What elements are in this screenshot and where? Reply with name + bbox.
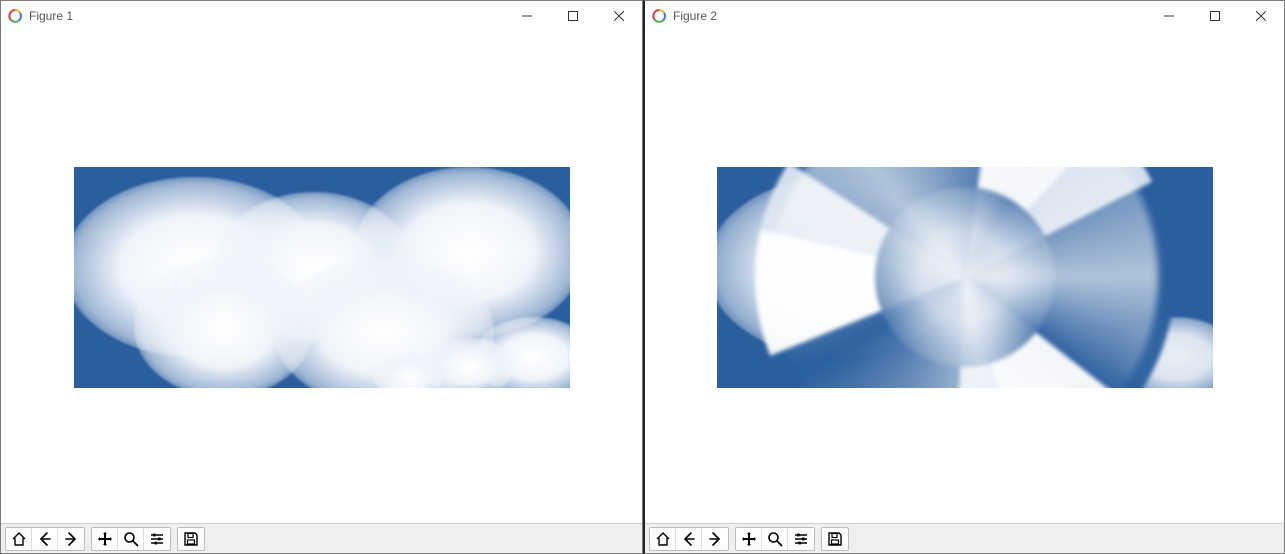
back-button[interactable] (676, 528, 702, 550)
sliders-icon (793, 531, 809, 547)
save-button[interactable] (822, 528, 848, 550)
swirl-highlight (741, 167, 1189, 388)
move-icon (97, 531, 113, 547)
save-icon (183, 531, 199, 547)
maximize-button[interactable] (1192, 1, 1238, 31)
titlebar[interactable]: Figure 2 (645, 1, 1284, 31)
close-button[interactable] (1238, 1, 1284, 31)
forward-button[interactable] (58, 528, 84, 550)
arrow-left-icon (37, 531, 53, 547)
close-button[interactable] (596, 1, 642, 31)
toolbar-group-save (177, 527, 205, 551)
window-buttons (504, 1, 642, 31)
home-button[interactable] (650, 528, 676, 550)
sliders-icon (149, 531, 165, 547)
toolbar-group-nav (5, 527, 85, 551)
home-icon (11, 531, 27, 547)
window-title: Figure 2 (673, 9, 1146, 23)
nav-toolbar (645, 523, 1284, 553)
toolbar-group-view (91, 527, 171, 551)
toolbar-group-save (821, 527, 849, 551)
minimize-button[interactable] (504, 1, 550, 31)
window-title: Figure 1 (29, 9, 504, 23)
zoom-icon (767, 531, 783, 547)
minimize-button[interactable] (1146, 1, 1192, 31)
titlebar[interactable]: Figure 1 (1, 1, 642, 31)
arrow-left-icon (681, 531, 697, 547)
config-button[interactable] (788, 528, 814, 550)
plot-canvas[interactable] (645, 31, 1284, 523)
pan-button[interactable] (92, 528, 118, 550)
matplotlib-icon (651, 8, 667, 24)
arrow-right-icon (707, 531, 723, 547)
forward-button[interactable] (702, 528, 728, 550)
window-buttons (1146, 1, 1284, 31)
zoom-button[interactable] (118, 528, 144, 550)
pan-button[interactable] (736, 528, 762, 550)
clouds-image (74, 167, 570, 388)
zoom-icon (123, 531, 139, 547)
figure-window-1: Figure 1 (0, 0, 643, 554)
nav-toolbar (1, 523, 642, 553)
plot-canvas[interactable] (1, 31, 642, 523)
home-button[interactable] (6, 528, 32, 550)
back-button[interactable] (32, 528, 58, 550)
home-icon (655, 531, 671, 547)
save-icon (827, 531, 843, 547)
arrow-right-icon (63, 531, 79, 547)
figure-window-2: Figure 2 (643, 0, 1285, 554)
toolbar-group-view (735, 527, 815, 551)
toolbar-group-nav (649, 527, 729, 551)
maximize-button[interactable] (550, 1, 596, 31)
move-icon (741, 531, 757, 547)
matplotlib-icon (7, 8, 23, 24)
zoom-button[interactable] (762, 528, 788, 550)
config-button[interactable] (144, 528, 170, 550)
save-button[interactable] (178, 528, 204, 550)
swirled-clouds-image (717, 167, 1213, 388)
